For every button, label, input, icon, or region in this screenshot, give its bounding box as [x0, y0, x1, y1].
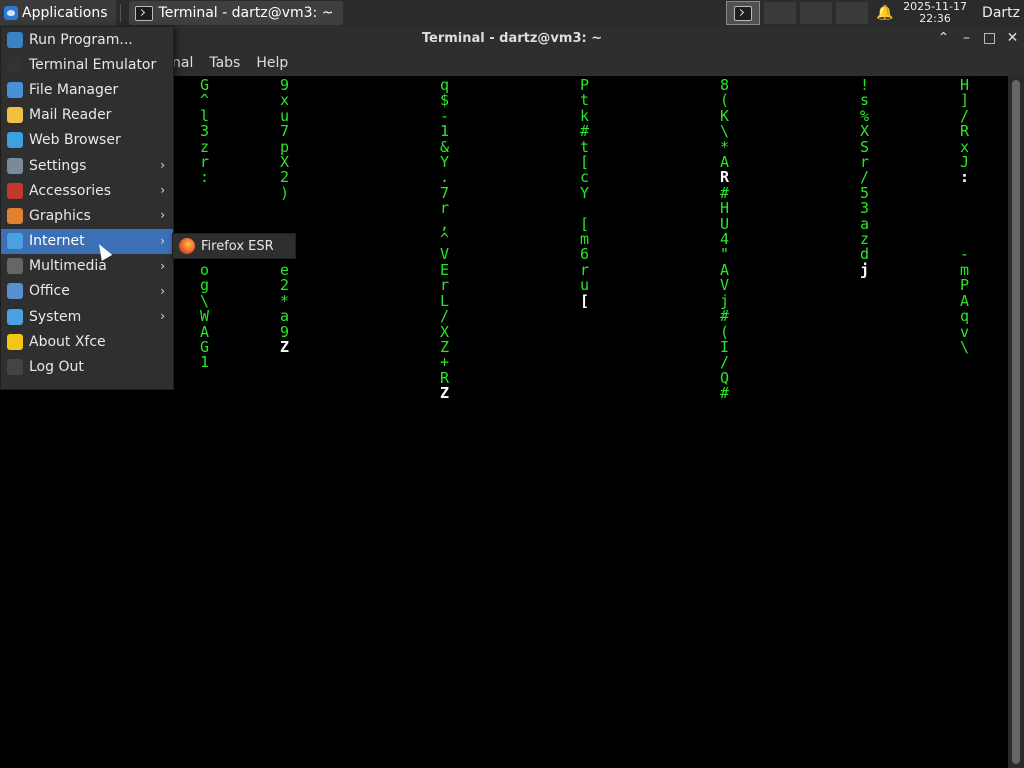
- menu-tabs[interactable]: Tabs: [201, 55, 248, 71]
- star-icon: [7, 333, 23, 350]
- menu-item-settings[interactable]: Settings ›: [1, 153, 173, 178]
- close-icon[interactable]: ✕: [1001, 30, 1024, 46]
- menu-item-run-program[interactable]: Run Program...: [1, 27, 173, 52]
- menu-item-label: Settings: [29, 157, 87, 174]
- window-controls: ⌃ – □ ✕: [932, 26, 1024, 50]
- menu-item-mail-reader[interactable]: Mail Reader: [1, 103, 173, 128]
- applications-menu-button[interactable]: Applications: [0, 0, 116, 26]
- folder-icon: [7, 81, 23, 98]
- workspace-2[interactable]: [764, 2, 797, 24]
- terminal-scrollbar[interactable]: [1008, 76, 1024, 768]
- chevron-right-icon: ›: [160, 157, 165, 172]
- applications-label: Applications: [22, 5, 108, 21]
- menu-item-label: Run Program...: [29, 31, 133, 48]
- menu-item-graphics[interactable]: Graphics ›: [1, 203, 173, 228]
- logout-icon: [7, 359, 23, 376]
- menu-item-label: About Xfce: [29, 333, 106, 350]
- chevron-right-icon: ›: [160, 233, 165, 248]
- menu-item-log-out[interactable]: Log Out: [1, 354, 173, 379]
- menu-item-terminal-emulator[interactable]: Terminal Emulator: [1, 52, 173, 77]
- chevron-right-icon: ›: [160, 309, 165, 324]
- graphics-icon: [7, 207, 23, 224]
- chevron-right-icon: ›: [160, 208, 165, 223]
- workspace-3[interactable]: [800, 2, 833, 24]
- menu-item-label: Graphics: [29, 207, 91, 224]
- rain-column: 9 x u 7 p X 2) e 2 * a 9 Z: [280, 76, 290, 356]
- menu-item-web-browser[interactable]: Web Browser: [1, 128, 173, 153]
- user-menu[interactable]: Dartz: [970, 5, 1024, 21]
- taskbar-terminal-label: Terminal - dartz@vm3: ~: [158, 5, 334, 21]
- rain-column: G ^ l 3 z r: o g \ W A G 1: [200, 76, 210, 372]
- terminal-icon: [134, 5, 153, 21]
- menu-item-label: Terminal Emulator: [29, 56, 157, 73]
- minimize-icon[interactable]: –: [955, 30, 978, 46]
- menu-item-office[interactable]: Office ›: [1, 279, 173, 304]
- internet-icon: [7, 233, 23, 250]
- run-icon: [7, 31, 23, 48]
- chevron-right-icon: ›: [160, 183, 165, 198]
- workspace-4[interactable]: [836, 2, 869, 24]
- submenu-item-firefox-esr[interactable]: Firefox ESR: [201, 239, 274, 254]
- multimedia-icon: [7, 258, 23, 275]
- menu-help[interactable]: Help: [248, 55, 296, 71]
- rain-column: ! s% X Sr/5 3 a z d j: [860, 76, 870, 279]
- menu-item-label: Mail Reader: [29, 107, 112, 124]
- settings-icon: [7, 157, 23, 174]
- xfce-logo-icon: [4, 6, 18, 20]
- menu-item-label: Web Browser: [29, 132, 121, 149]
- chevron-right-icon: ›: [160, 258, 165, 273]
- clock-time: 22:36: [919, 12, 951, 25]
- chevron-right-icon: ›: [160, 283, 165, 298]
- firefox-icon: [179, 238, 195, 254]
- panel-separator: [119, 4, 121, 22]
- notifications-bell-icon[interactable]: 🔔: [870, 5, 900, 21]
- workspace-1[interactable]: [726, 1, 761, 25]
- menu-item-label: File Manager: [29, 81, 119, 98]
- menu-item-label: Log Out: [29, 359, 84, 376]
- menu-item-multimedia[interactable]: Multimedia ›: [1, 254, 173, 279]
- menu-item-file-manager[interactable]: File Manager: [1, 77, 173, 102]
- system-icon: [7, 308, 23, 325]
- clock[interactable]: 2025-11-17 22:36: [900, 1, 970, 25]
- internet-submenu[interactable]: Firefox ESR: [172, 233, 296, 259]
- menu-item-accessories[interactable]: Accessories ›: [1, 178, 173, 203]
- taskbar-terminal-button[interactable]: Terminal - dartz@vm3: ~: [128, 1, 344, 25]
- menu-item-about-xfce[interactable]: About Xfce: [1, 329, 173, 354]
- menu-item-label: Multimedia: [29, 258, 107, 275]
- menu-item-label: Office: [29, 283, 70, 300]
- office-icon: [7, 283, 23, 300]
- mail-icon: [7, 107, 23, 124]
- globe-icon: [7, 132, 23, 149]
- rain-column: H] / Rx J: - m P Aq v \: [960, 76, 970, 356]
- rain-column: Pt k # t[c Y[m 6 r u[: [580, 76, 590, 310]
- maximize-icon[interactable]: □: [978, 30, 1001, 46]
- rain-column: 8(K \ * A R # H U 4 " A Vj #(I / Q #: [720, 76, 730, 403]
- applications-menu: Run Program... Terminal Emulator File Mana…: [0, 26, 174, 390]
- terminal-icon: [7, 56, 23, 73]
- menu-item-system[interactable]: System ›: [1, 304, 173, 329]
- accessories-icon: [7, 182, 23, 199]
- menu-item-label: System: [29, 308, 82, 325]
- menu-item-label: Accessories: [29, 182, 112, 199]
- chevron-up-icon[interactable]: ⌃: [932, 30, 955, 46]
- terminal-icon: [734, 5, 753, 21]
- panel-tray: 🔔 2025-11-17 22:36 Dartz: [724, 0, 1024, 26]
- top-panel: Applications Terminal - dartz@vm3: ~ 🔔 2…: [0, 0, 1024, 27]
- menu-item-internet[interactable]: Internet ›: [1, 228, 173, 254]
- scrollbar-thumb[interactable]: [1012, 80, 1020, 764]
- rain-column: q $ -1 & Y. 7 r, ^ V Er L / X Z + R Z: [440, 76, 450, 403]
- menu-item-label: Internet: [29, 233, 85, 250]
